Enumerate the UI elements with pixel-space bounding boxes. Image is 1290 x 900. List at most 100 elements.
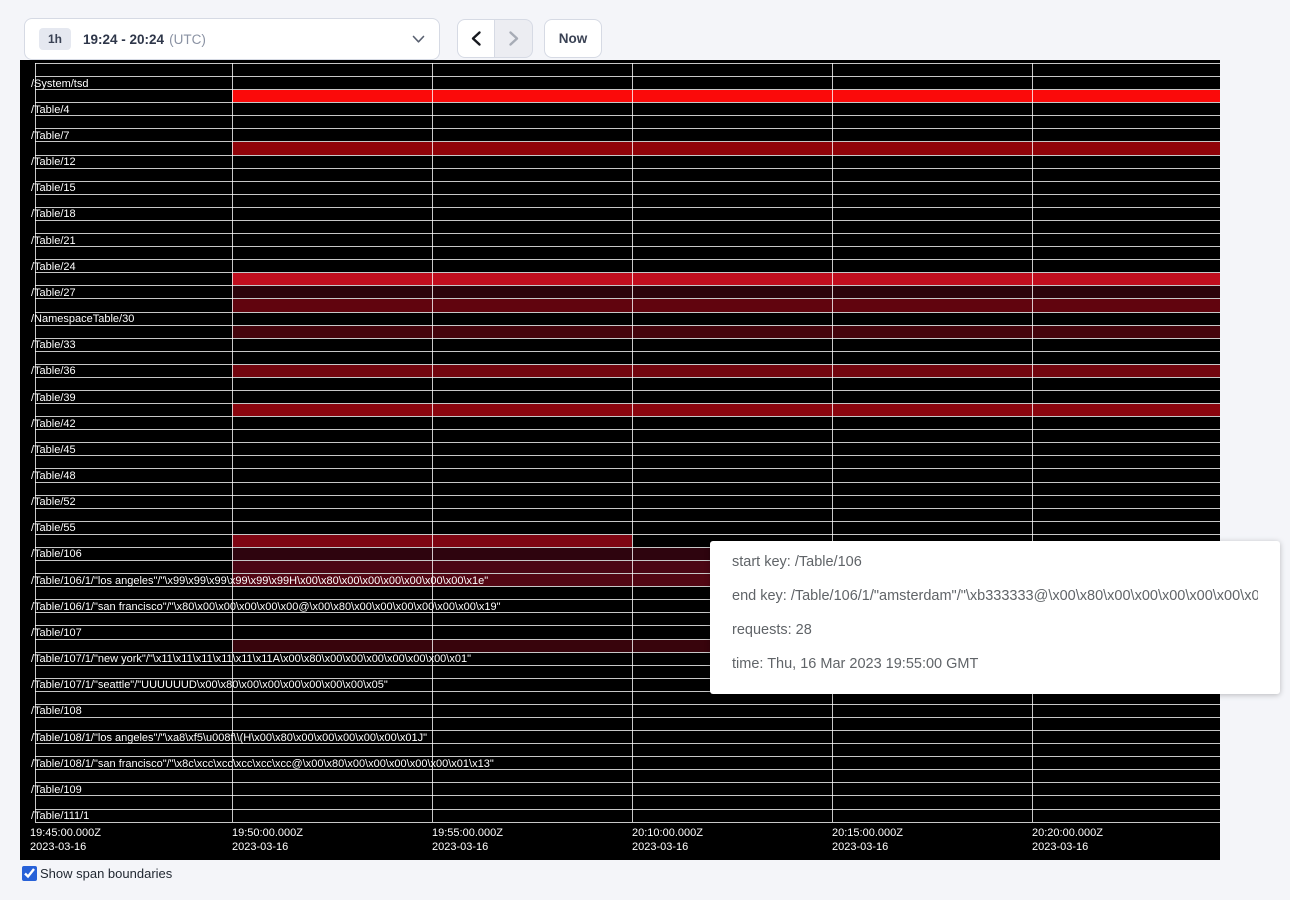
row-label: /Table/4 <box>31 104 70 116</box>
span-boundary-line <box>35 782 1220 783</box>
axis-tick-date: 2023-03-16 <box>232 840 288 854</box>
row-label: /Table/45 <box>31 444 76 456</box>
span-boundary-line <box>35 717 1220 718</box>
row-label: /Table/107/1/"new york"/"\x11\x11\x11\x1… <box>31 653 471 665</box>
span-boundary-line <box>35 233 1220 234</box>
row-label: /Table/27 <box>31 287 76 299</box>
span-boundary-line <box>35 809 1220 810</box>
show-span-boundaries-label: Show span boundaries <box>40 866 172 881</box>
span-boundary-line <box>35 272 1220 273</box>
time-gridline <box>1032 63 1033 822</box>
span-boundary-line <box>35 141 1220 142</box>
span-boundary-line <box>35 207 1220 208</box>
row-label: /Table/36 <box>31 365 76 377</box>
axis-tick-time: 19:45:00.000Z <box>30 826 101 840</box>
time-gridline <box>432 63 433 822</box>
show-span-boundaries-control: Show span boundaries <box>22 866 172 881</box>
span-tooltip: start key: /Table/106 end key: /Table/10… <box>710 541 1280 694</box>
axis-tick-time: 20:10:00.000Z <box>632 826 703 840</box>
row-label: /NamespaceTable/30 <box>31 313 134 325</box>
axis-tick-time: 19:55:00.000Z <box>432 826 503 840</box>
next-time-button[interactable] <box>495 19 533 58</box>
row-label: /Table/108/1/"san francisco"/"\x8c\xcc\x… <box>31 758 494 770</box>
row-label: /Table/108/1/"los angeles"/"\xa8\xf5\u00… <box>31 732 427 744</box>
span-boundary-line <box>35 285 1220 286</box>
heat-band[interactable] <box>232 404 1220 416</box>
row-label: /Table/15 <box>31 182 76 194</box>
axis-tick-time: 19:50:00.000Z <box>232 826 303 840</box>
axis-tick-time: 20:20:00.000Z <box>1032 826 1103 840</box>
tooltip-time: time: Thu, 16 Mar 2023 19:55:00 GMT <box>732 656 1258 672</box>
chevron-down-icon <box>412 35 425 44</box>
axis-tick-date: 2023-03-16 <box>432 840 488 854</box>
row-label: /System/tsd <box>31 78 88 90</box>
duration-badge: 1h <box>39 28 71 50</box>
span-boundary-line <box>35 155 1220 156</box>
row-label: /Table/7 <box>31 130 70 142</box>
span-boundary-line <box>35 442 1220 443</box>
span-boundary-line <box>35 508 1220 509</box>
time-range-selector[interactable]: 1h 19:24 - 20:24 (UTC) <box>24 18 440 60</box>
tooltip-end-key: end key: /Table/106/1/"amsterdam"/"\xb33… <box>732 588 1258 604</box>
span-boundary-line <box>35 128 1220 129</box>
tooltip-start-key: start key: /Table/106 <box>732 554 1258 570</box>
axis-tick-date: 2023-03-16 <box>1032 840 1088 854</box>
span-boundary-line <box>35 822 1220 823</box>
axis-tick-date: 2023-03-16 <box>832 840 888 854</box>
span-boundary-line <box>35 795 1220 796</box>
heat-band[interactable] <box>232 142 1220 154</box>
span-boundary-line <box>35 482 1220 483</box>
axis-tick-time: 20:15:00.000Z <box>832 826 903 840</box>
span-boundary-line <box>35 338 1220 339</box>
span-boundary-line <box>35 168 1220 169</box>
span-boundary-line <box>35 429 1220 430</box>
time-gridline <box>632 63 633 822</box>
span-boundary-line <box>35 102 1220 103</box>
span-boundary-line <box>35 312 1220 313</box>
time-gridline <box>832 63 833 822</box>
span-boundary-line <box>35 403 1220 404</box>
row-label: /Table/33 <box>31 339 76 351</box>
heat-band[interactable] <box>232 365 1220 377</box>
heat-band[interactable] <box>232 299 1220 311</box>
key-visualizer-heatmap[interactable]: /System/tsd/Table/4/Table/7/Table/12/Tab… <box>20 60 1220 860</box>
span-boundary-line <box>35 63 1220 64</box>
span-boundary-line <box>35 351 1220 352</box>
time-gridline <box>232 63 233 822</box>
heat-band[interactable] <box>232 273 1220 285</box>
row-label: /Table/108 <box>31 705 82 717</box>
span-boundary-line <box>35 390 1220 391</box>
span-boundary-line <box>35 416 1220 417</box>
time-range-label: 19:24 - 20:24 <box>83 32 164 47</box>
span-boundary-line <box>35 364 1220 365</box>
heat-band[interactable] <box>232 326 1220 338</box>
heat-band[interactable] <box>232 90 1220 102</box>
chevron-left-icon <box>470 30 482 47</box>
prev-time-button[interactable] <box>457 19 495 58</box>
row-label: /Table/106 <box>31 548 82 560</box>
time-nav-group <box>457 19 533 58</box>
timezone-label: (UTC) <box>169 32 206 47</box>
span-boundary-line <box>35 377 1220 378</box>
span-boundary-line <box>35 704 1220 705</box>
span-boundary-line <box>35 298 1220 299</box>
row-label: /Table/48 <box>31 470 76 482</box>
row-label: /Table/107 <box>31 627 82 639</box>
span-boundary-line <box>35 194 1220 195</box>
span-boundary-line <box>35 468 1220 469</box>
row-label: /Table/107/1/"seattle"/"UUUUUUD\x00\x80\… <box>31 679 388 691</box>
span-boundary-line <box>35 325 1220 326</box>
row-label: /Table/21 <box>31 235 76 247</box>
row-label: /Table/42 <box>31 418 76 430</box>
axis-tick-date: 2023-03-16 <box>632 840 688 854</box>
row-label: /Table/111/1 <box>31 810 89 822</box>
row-label: /Table/52 <box>31 496 76 508</box>
heat-band[interactable] <box>232 286 1220 298</box>
row-label: /Table/12 <box>31 156 76 168</box>
show-span-boundaries-checkbox[interactable] <box>22 866 37 881</box>
span-boundary-line <box>35 259 1220 260</box>
row-label: /Table/106/1/"los angeles"/"\x99\x99\x99… <box>31 575 488 587</box>
row-label: /Table/109 <box>31 784 82 796</box>
span-boundary-line <box>35 521 1220 522</box>
now-button[interactable]: Now <box>544 19 602 58</box>
